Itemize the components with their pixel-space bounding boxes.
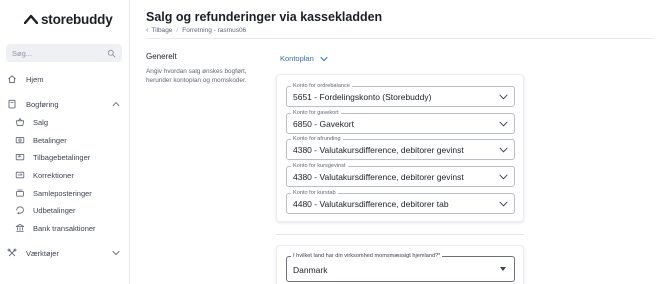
kontoplan-toggle[interactable]: Kontoplan xyxy=(280,54,328,63)
chevron-down-icon xyxy=(499,174,508,180)
field-value: Danmark xyxy=(293,265,328,275)
section-title: Generelt xyxy=(146,52,177,61)
account-select-kurstab[interactable]: Konto for kurstab 4480 - Valutakursdiffe… xyxy=(286,189,515,214)
stack-icon xyxy=(15,188,25,198)
brand-logo[interactable]: storebuddy xyxy=(24,11,113,27)
sidebar-item-label: Tilbagebetalinger xyxy=(33,152,91,162)
sidebar-item-korrektioner[interactable]: Korrektioner xyxy=(0,168,130,182)
sidebar-item-label: Salg xyxy=(33,117,49,127)
field-label: Konto for afrunding xyxy=(291,135,343,143)
breadcrumb-current[interactable]: Forretning - rasmus06 xyxy=(182,27,246,34)
section-description: Angiv hvordan salg ønskes bogført, herun… xyxy=(146,68,247,84)
sidebar-item-label: Korrektioner xyxy=(33,170,74,180)
sidebar-item-samleposteringer[interactable]: Samleposteringer xyxy=(0,186,130,200)
field-value: 5651 - Fordelingskonto (Storebuddy) xyxy=(293,92,432,102)
chevron-down-icon xyxy=(499,147,508,153)
field-label: Konto for kurstab xyxy=(291,189,338,197)
sidebar-item-label: Bogføring xyxy=(26,99,59,109)
brand-name: storebuddy xyxy=(41,11,113,27)
caret-down-icon xyxy=(500,267,506,271)
section-divider xyxy=(276,234,524,235)
field-value: 6850 - Gavekort xyxy=(293,119,354,129)
chevron-down-icon xyxy=(499,201,508,207)
sidebar-item-label: Hjem xyxy=(26,74,44,84)
sidebar-item-vaerktojer[interactable]: Værktøjer xyxy=(0,246,130,260)
breadcrumb-separator: / xyxy=(176,27,179,34)
breadcrumb: ‹ Tilbage / Forretning - rasmus06 xyxy=(146,27,246,34)
sidebar-item-label: Samleposteringer xyxy=(33,188,92,198)
search-icon xyxy=(107,49,116,57)
home-icon xyxy=(7,74,17,84)
sidebar-item-tilbagebetalinger[interactable]: Tilbagebetalinger xyxy=(0,150,130,164)
refund-icon xyxy=(15,152,25,162)
header-divider xyxy=(146,38,654,39)
account-select-kursgevinst[interactable]: Konto for kursgevinst 4380 - Valutakursd… xyxy=(286,162,515,187)
search-input[interactable]: Søg... xyxy=(6,44,122,62)
sidebar-item-bank-transaktioner[interactable]: Bank transaktioner xyxy=(0,221,130,235)
field-value: 4480 - Valutakursdifference, debitorer t… xyxy=(293,199,449,209)
basket-icon xyxy=(15,117,25,127)
sidebar: storebuddy Søg... Hjem Bogføring Salg Be… xyxy=(0,0,130,284)
chevron-down-icon xyxy=(499,121,508,127)
search-placeholder: Søg... xyxy=(12,48,33,58)
page-title: Salg og refunderinger via kassekladden xyxy=(146,10,383,24)
chevron-down-icon xyxy=(320,56,328,61)
country-select[interactable]: I hvilket land har din virksomhed momsmæ… xyxy=(286,252,515,282)
chevron-left-icon: ‹ xyxy=(146,27,149,34)
field-label: Konto for gavekort xyxy=(291,109,341,117)
correction-icon xyxy=(15,170,25,180)
storebuddy-chevron-logo xyxy=(24,14,38,24)
chevron-down-icon xyxy=(499,94,508,100)
payment-icon xyxy=(15,135,25,145)
field-value: 4380 - Valutakursdifference, debitorer g… xyxy=(293,172,464,182)
sidebar-item-label: Bank transaktioner xyxy=(33,223,96,233)
field-label: I hvilket land har din virksomhed momsmæ… xyxy=(291,252,443,260)
sidebar-item-salg[interactable]: Salg xyxy=(0,115,130,129)
chevron-down-icon xyxy=(112,250,120,256)
tools-icon xyxy=(7,248,17,258)
sidebar-item-label: Udbetalinger xyxy=(33,205,76,215)
chevron-up-icon xyxy=(112,101,120,107)
sidebar-item-bogforing[interactable]: Bogføring xyxy=(0,97,130,111)
field-label: Konto for ordrebalance xyxy=(291,82,352,90)
back-link[interactable]: Tilbage xyxy=(151,27,172,34)
sidebar-item-label: Værktøjer xyxy=(26,248,59,258)
book-icon xyxy=(7,99,17,109)
account-select-afrunding[interactable]: Konto for afrunding 4380 - Valutakursdif… xyxy=(286,135,515,160)
account-select-gavekort[interactable]: Konto for gavekort 6850 - Gavekort xyxy=(286,109,515,134)
sidebar-item-betalinger[interactable]: Betalinger xyxy=(0,133,130,147)
field-label: Konto for kursgevinst xyxy=(291,162,348,170)
account-select-ordrebalance[interactable]: Konto for ordrebalance 5651 - Fordelings… xyxy=(286,82,515,107)
payout-icon xyxy=(15,205,25,215)
sidebar-item-label: Betalinger xyxy=(33,135,67,145)
kontoplan-label: Kontoplan xyxy=(280,54,314,63)
sidebar-item-hjem[interactable]: Hjem xyxy=(0,72,130,86)
sidebar-item-udbetalinger[interactable]: Udbetalinger xyxy=(0,203,130,217)
field-value: 4380 - Valutakursdifference, debitorer g… xyxy=(293,145,464,155)
bank-icon xyxy=(15,223,25,233)
